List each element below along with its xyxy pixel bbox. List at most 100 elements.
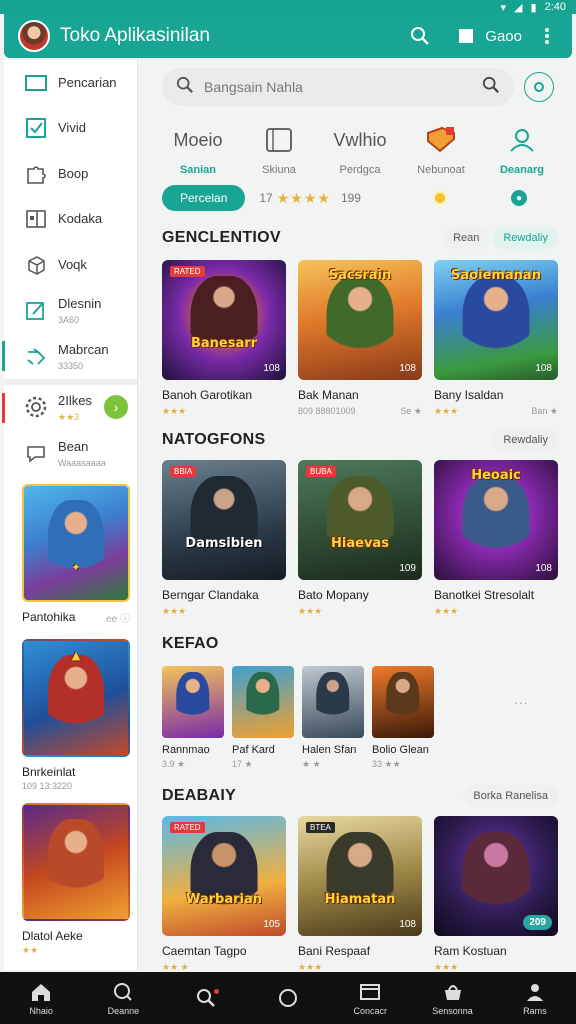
search-input[interactable]: Bangsain Nahla (204, 79, 482, 95)
battery-icon: ▮ (530, 1, 537, 14)
window-icon (24, 207, 48, 231)
sidebar-item-label: Kodaka (58, 211, 103, 227)
nav-sensonna[interactable]: Sensonna (421, 981, 485, 1016)
game-art (162, 666, 224, 738)
sidebar-card[interactable]: Dlatol Aeke ★★ (22, 802, 130, 956)
scan-icon[interactable] (524, 72, 554, 102)
search-alert-icon (174, 987, 238, 1009)
card-corner-number: 209 (523, 915, 552, 930)
section-chip[interactable]: Rewdaliy (493, 227, 558, 249)
sidebar-card[interactable]: ▲ Bnrkeinlat 109 13:3220 (22, 638, 130, 791)
section-chip[interactable]: Rean (443, 227, 490, 249)
card-art-title: Heoaic (471, 468, 521, 483)
nav-label: Sensonna (432, 1005, 473, 1016)
game-card[interactable]: Saoiemanan 108 Bany Isaldan ★★★ Ban ★ (434, 260, 558, 417)
card-rating: 809 88801009 (298, 406, 356, 416)
sidebar-item-label: Mabrcan (58, 341, 109, 357)
nav-home[interactable]: Nhaio (9, 981, 73, 1016)
game-art: BTEA Hiamatan 108 (298, 816, 422, 936)
card-sub: ee ⓘ (106, 613, 130, 625)
chevron-right-icon[interactable]: › (104, 394, 128, 419)
card-rating: ★★★ (298, 606, 323, 616)
sidebar-item-vivid[interactable]: Vivid (4, 106, 137, 152)
small-game-card[interactable]: Rannmao 3.9 ★ (162, 666, 224, 770)
search-bar[interactable]: Bangsain Nahla (162, 68, 514, 106)
rating-count: 199 (340, 191, 361, 205)
card-corner-number: 108 (399, 919, 416, 930)
section-chip[interactable]: Borka Ranelisa (463, 785, 558, 807)
sidebar-item-bean[interactable]: Bean Waaasaaaa (4, 430, 137, 476)
coin-icon[interactable] (432, 191, 447, 205)
game-art (232, 666, 294, 738)
nav-rams[interactable]: Rams (503, 981, 567, 1016)
search-icon (91, 981, 155, 1003)
card-badge: BBIA (170, 466, 197, 477)
search-icon[interactable] (407, 23, 433, 49)
card-badge: BUBA (306, 466, 336, 477)
card-title: Berngar Clandaka (162, 588, 259, 602)
nav-label: Rams (523, 1005, 547, 1016)
sidebar-item-label: Dlesnin (58, 296, 102, 312)
small-game-card[interactable]: Paf Kard 17 ★ (232, 666, 294, 770)
section-chip[interactable]: Rewdaliy (493, 429, 558, 451)
window-icon[interactable] (453, 23, 479, 49)
category-item[interactable]: Nebunoat (405, 120, 477, 176)
card-title: Dlatol Aeke (22, 928, 83, 943)
info-icon[interactable]: ● (510, 190, 527, 206)
category-item[interactable]: Skiuna (243, 120, 315, 176)
game-card[interactable]: RATED Warbarian 105 Caemtan Tagpo ★★ ★ (162, 816, 286, 973)
card-corner-number: 105 (263, 919, 280, 930)
game-card[interactable]: Heoaic 108 Banotkei Stresolalt ★★★ (434, 460, 558, 617)
sidebar-item-voqk[interactable]: Voqk (4, 242, 137, 288)
small-game-card[interactable]: Halen Sfan ★ ★ (302, 666, 364, 770)
more-dots-icon[interactable]: ··· (514, 694, 528, 710)
game-art (22, 802, 130, 921)
nav-concacr[interactable]: Concacr (338, 981, 402, 1016)
nav-search[interactable]: Deanne (91, 981, 155, 1016)
header-action-label[interactable]: Gaoo (485, 28, 522, 45)
status-bar: ▾ ◢ ▮ 2:40 (0, 0, 576, 14)
game-grid: RATED Warbarian 105 Caemtan Tagpo ★★ ★ B… (162, 816, 558, 973)
sidebar-item-dlesnin[interactable]: Dlesnin 3A60 (4, 288, 137, 334)
card-title: Bato Mopany (298, 588, 369, 602)
card-corner-number: 108 (263, 363, 280, 374)
game-card[interactable]: RATED Banesarr 108 Banoh Garotikan ★★★ (162, 260, 286, 417)
sidebar-item-boop[interactable]: Boop (4, 151, 137, 197)
window-icon (338, 981, 402, 1003)
sidebar-item-kodaka[interactable]: Kodaka (4, 197, 137, 243)
game-art: Sacsrain 108 (298, 260, 422, 380)
category-item[interactable]: Deanarg (486, 120, 558, 176)
category-item[interactable]: Moeio Sanian (162, 120, 234, 177)
game-grid: BBIA Damsibien Berngar Clandaka ★★★ BUBA… (162, 460, 558, 617)
status-time: 2:40 (544, 1, 566, 13)
nav-circle[interactable] (256, 987, 320, 1009)
edit-icon (24, 298, 48, 322)
game-card[interactable]: 209 Ram Kostuan ★★★ (434, 816, 558, 973)
game-art: RATED Warbarian 105 (162, 816, 286, 936)
card-rating: ★★★ (162, 606, 187, 616)
search-submit-icon[interactable] (482, 76, 500, 99)
sidebar-item-settings[interactable]: 2Ilkes ★★3 › (2, 385, 137, 431)
category-title: Vwlhio (333, 129, 387, 150)
game-card[interactable]: BBIA Damsibien Berngar Clandaka ★★★ (162, 460, 286, 617)
nav-search-alert[interactable] (174, 987, 238, 1009)
primary-filter-button[interactable]: Percelan (162, 185, 246, 211)
game-card[interactable]: Sacsrain 108 Bak Manan 809 88801009 Se ★ (298, 260, 422, 417)
sidebar-item-sub: ★★3 (58, 411, 80, 422)
sidebar-card[interactable]: ✦ Pantohika ee ⓘ (22, 483, 130, 625)
avatar[interactable] (18, 20, 50, 52)
card-title: Bak Manan (298, 388, 359, 402)
category-item[interactable]: Vwlhio Perdgca (324, 120, 396, 177)
card-rating: ★ ★ (302, 759, 321, 769)
small-game-card[interactable]: Bolio Glean 33 ★★ (372, 666, 434, 770)
send-icon (24, 344, 48, 368)
card-extra: Se ★ (400, 406, 422, 416)
more-vert-icon[interactable] (534, 23, 560, 49)
sidebar-item-pencarian[interactable]: Pencarian (4, 60, 137, 106)
section-title: KEFAO (162, 635, 219, 652)
card-title: Pantohika (22, 609, 76, 624)
game-card[interactable]: BUBA Hiaevas 109 Bato Mopany ★★★ (298, 460, 422, 617)
game-card[interactable]: BTEA Hiamatan 108 Bani Respaaf ★★★ (298, 816, 422, 973)
sidebar-item-mabrcan[interactable]: Mabrcan 33350 (2, 333, 137, 379)
signal-icon: ◢ (514, 1, 523, 14)
